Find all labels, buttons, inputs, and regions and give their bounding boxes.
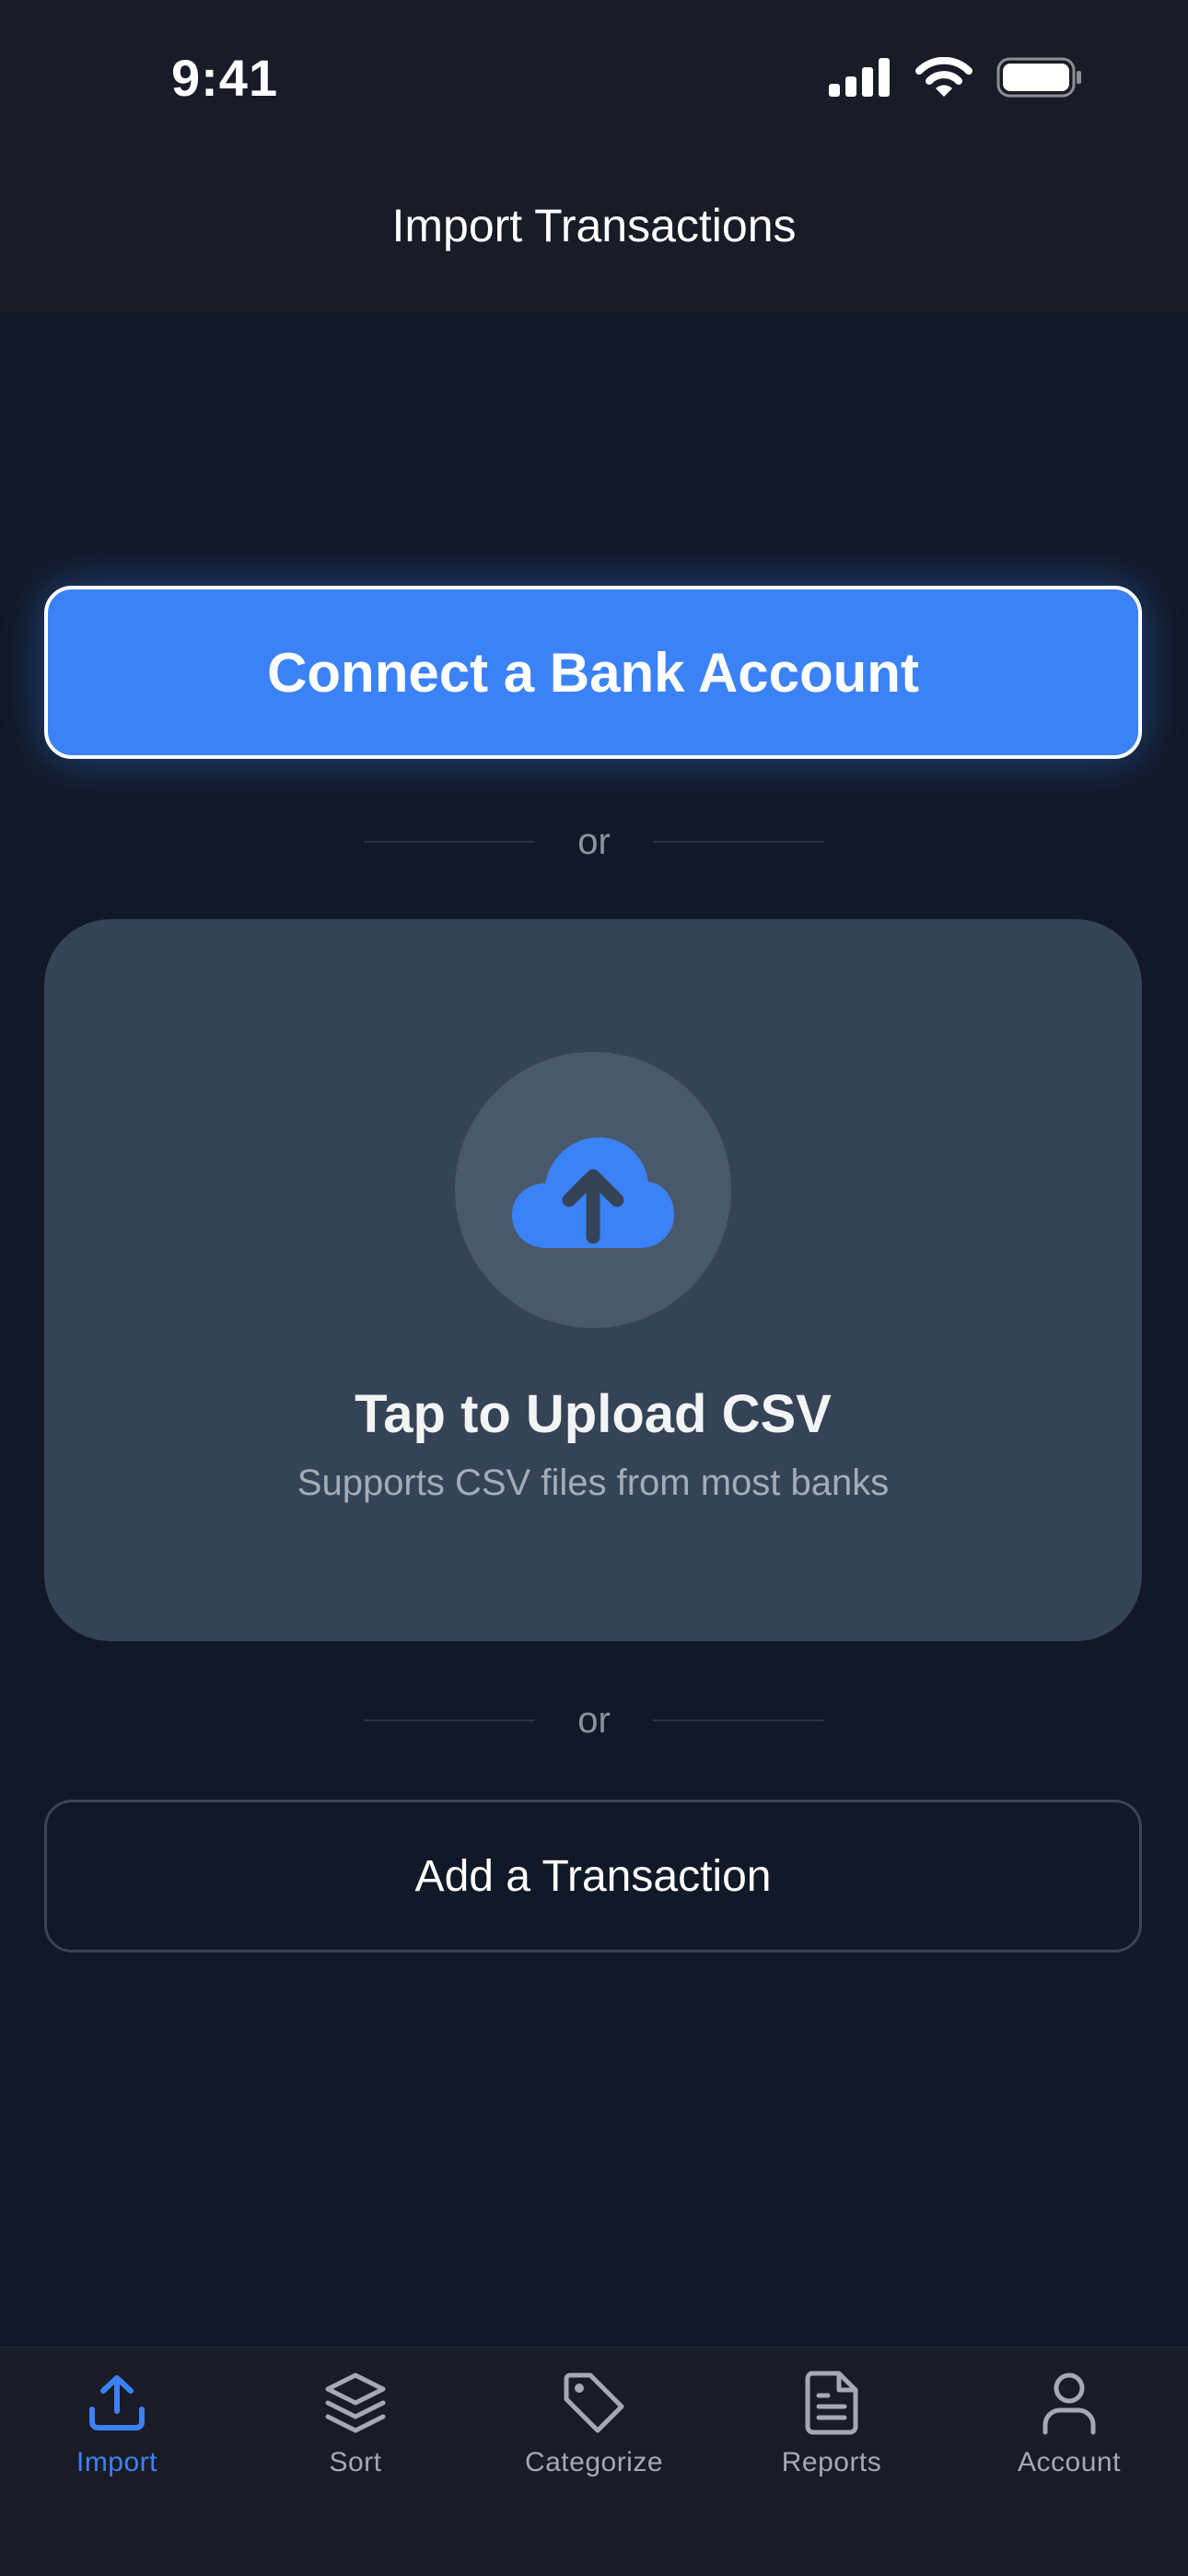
tag-icon xyxy=(559,2368,629,2438)
tab-categorize[interactable]: Categorize xyxy=(483,2368,705,2506)
tab-label: Account xyxy=(1018,2447,1121,2477)
upload-subtitle: Supports CSV files from most banks xyxy=(297,1463,890,1503)
status-icons xyxy=(829,57,1083,98)
connect-bank-account-button[interactable]: Connect a Bank Account xyxy=(44,586,1142,759)
user-icon xyxy=(1034,2368,1104,2438)
tab-label: Categorize xyxy=(524,2447,664,2477)
or-divider: or xyxy=(0,814,1188,869)
or-divider-label: or xyxy=(577,1699,611,1741)
tab-import[interactable]: Import xyxy=(6,2368,227,2506)
page-title: Import Transactions xyxy=(391,200,797,251)
upload-title: Tap to Upload CSV xyxy=(355,1384,832,1444)
divider-line xyxy=(652,1719,824,1721)
upload-icon xyxy=(82,2368,152,2438)
upload-csv-card[interactable]: Tap to Upload CSV Supports CSV files fro… xyxy=(44,919,1142,1641)
layers-icon xyxy=(320,2368,390,2438)
status-bar: 9:41 xyxy=(0,0,1188,157)
status-time: 9:41 xyxy=(171,49,279,107)
tab-bar: Import Sort Categorize Reports Account xyxy=(0,2347,1188,2576)
wifi-icon xyxy=(915,57,973,97)
tab-label: Sort xyxy=(329,2447,382,2477)
or-divider: or xyxy=(0,1693,1188,1748)
cellular-signal-icon xyxy=(829,58,890,97)
tab-sort[interactable]: Sort xyxy=(245,2368,466,2506)
battery-icon xyxy=(996,57,1081,98)
divider-line xyxy=(652,841,824,843)
or-divider-label: or xyxy=(577,821,611,862)
tab-label: Import xyxy=(76,2447,158,2477)
upload-icon-circle xyxy=(455,1052,731,1328)
tab-reports[interactable]: Reports xyxy=(721,2368,942,2506)
divider-line xyxy=(364,1719,536,1721)
cloud-upload-icon xyxy=(512,1137,674,1248)
add-transaction-button[interactable]: Add a Transaction xyxy=(44,1800,1142,1952)
nav-header: Import Transactions xyxy=(0,157,1188,313)
divider-line xyxy=(364,841,536,843)
tab-account[interactable]: Account xyxy=(959,2368,1180,2506)
document-icon xyxy=(797,2368,867,2438)
tab-label: Reports xyxy=(781,2447,882,2477)
